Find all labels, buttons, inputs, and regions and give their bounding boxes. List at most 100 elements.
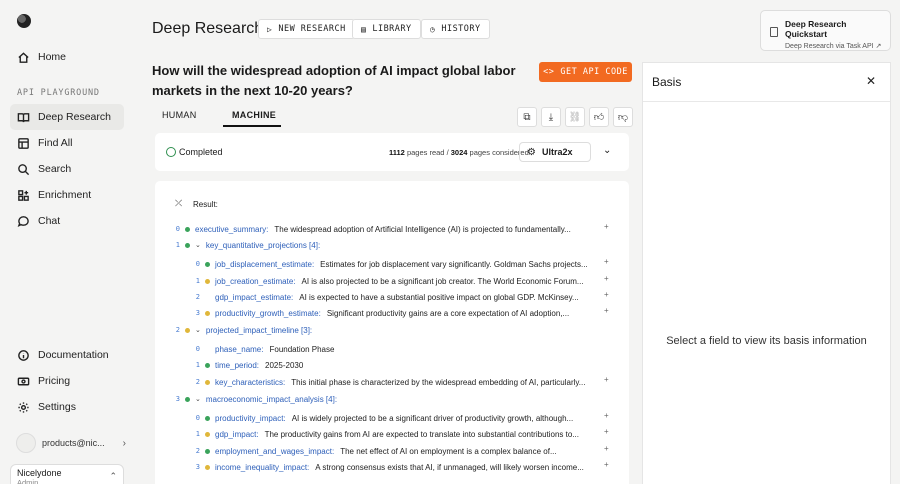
field-value: This initial phase is characterized by t… bbox=[291, 377, 586, 387]
sidebar-item-documentation[interactable]: Documentation bbox=[10, 342, 124, 368]
field-key[interactable]: phase_name: bbox=[215, 345, 263, 354]
thumbs-up-icon: 👍︎ bbox=[593, 112, 605, 123]
field-key[interactable]: productivity_impact: bbox=[215, 414, 286, 423]
field-key[interactable]: job_creation_estimate: bbox=[215, 277, 296, 286]
expand-plus-icon[interactable]: + bbox=[604, 257, 609, 266]
field-key[interactable]: projected_impact_timeline [3]: bbox=[206, 326, 312, 335]
library-button[interactable]: ▤ LIBRARY bbox=[352, 19, 421, 39]
result-label: Result: bbox=[193, 200, 218, 209]
sidebar-item-deep-research[interactable]: Deep Research bbox=[10, 104, 124, 130]
sidebar-item-chat[interactable]: Chat bbox=[10, 208, 124, 234]
expand-plus-icon[interactable]: + bbox=[604, 222, 609, 231]
expand-plus-icon[interactable]: + bbox=[604, 274, 609, 283]
thumbs-up-button[interactable]: 👍︎ bbox=[589, 107, 609, 127]
result-row[interactable]: 2 gdp_impact_estimate: AI is expected to h… bbox=[191, 289, 579, 305]
copy-button[interactable]: ⧉ bbox=[517, 107, 537, 127]
chevron-down-icon[interactable]: ⌄ bbox=[603, 145, 611, 156]
sidebar-item-settings[interactable]: Settings bbox=[10, 394, 124, 420]
app-logo[interactable] bbox=[17, 14, 31, 28]
chevron-right-icon: › bbox=[122, 437, 127, 449]
expand-plus-icon[interactable]: + bbox=[604, 427, 609, 436]
result-row[interactable]: 0 job_displacement_estimate: Estimates for… bbox=[191, 256, 588, 272]
field-key[interactable]: gdp_impact_estimate: bbox=[215, 293, 293, 302]
expand-chevron-icon[interactable]: ⌄ bbox=[195, 241, 201, 249]
org-switcher[interactable]: Nicelydone Admin ⌃ bbox=[10, 464, 124, 484]
expand-chevron-icon[interactable]: ⌄ bbox=[195, 395, 201, 403]
sidebar-item-home[interactable]: Home bbox=[10, 44, 124, 70]
result-row[interactable]: 3 income_inequality_impact: A strong conse… bbox=[191, 459, 584, 475]
sidebar-item-label: Home bbox=[38, 51, 67, 63]
result-row[interactable]: 1 time_period: 2025-2030 bbox=[191, 357, 304, 373]
row-index: 0 bbox=[195, 345, 200, 353]
expand-plus-icon[interactable]: + bbox=[604, 290, 609, 299]
field-value: AI is widely projected to be a significa… bbox=[291, 413, 574, 423]
confidence-dot bbox=[185, 226, 190, 232]
new-research-button[interactable]: ▷ NEW RESEARCH bbox=[258, 19, 355, 39]
sidebar-item-search[interactable]: Search bbox=[10, 156, 124, 182]
tab-human[interactable]: HUMAN bbox=[162, 110, 197, 120]
sidebar-item-label: Deep Research bbox=[38, 111, 111, 123]
processor-select[interactable]: ⚙ Ultra2x bbox=[519, 142, 591, 162]
confidence-dot bbox=[205, 278, 210, 284]
avatar bbox=[16, 433, 36, 453]
get-api-code-button[interactable]: <> GET API CODE bbox=[539, 62, 632, 82]
result-row[interactable]: 1 ⌄ key_quantitative_projections [4]: bbox=[171, 237, 326, 253]
expand-plus-icon[interactable]: + bbox=[604, 411, 609, 420]
field-key[interactable]: time_period: bbox=[215, 361, 259, 370]
row-index: 1 bbox=[195, 277, 200, 285]
confidence-dot bbox=[185, 396, 190, 402]
confidence-dot bbox=[185, 242, 190, 248]
field-key[interactable]: macroeconomic_impact_analysis [4]: bbox=[206, 395, 337, 404]
result-row[interactable]: 1 job_creation_estimate: AI is also projec… bbox=[191, 273, 584, 289]
field-key[interactable]: job_displacement_estimate: bbox=[215, 260, 314, 269]
result-row[interactable]: 2 employment_and_wages_impact: The net eff… bbox=[191, 443, 557, 459]
quickstart-subtitle[interactable]: Deep Research via Task API ↗ bbox=[785, 42, 884, 50]
expand-plus-icon[interactable]: + bbox=[604, 306, 609, 315]
field-key[interactable]: executive_summary: bbox=[195, 225, 268, 234]
result-row[interactable]: 2 ⌄ projected_impact_timeline [3]: bbox=[171, 322, 318, 338]
expand-plus-icon[interactable]: + bbox=[604, 444, 609, 453]
history-button[interactable]: ◷ HISTORY bbox=[421, 19, 490, 39]
sidebar-item-find-all[interactable]: Find All bbox=[10, 130, 124, 156]
result-row[interactable]: 3 productivity_growth_estimate: Significan… bbox=[191, 305, 569, 321]
sidebar-item-pricing[interactable]: Pricing bbox=[10, 368, 124, 394]
info-icon bbox=[16, 348, 30, 362]
link-button[interactable]: ⛓ bbox=[565, 107, 585, 127]
gear-icon bbox=[16, 400, 30, 414]
download-button[interactable]: ⤓ bbox=[541, 107, 561, 127]
field-value: AI is also projected to be a significant… bbox=[301, 276, 584, 286]
expand-plus-icon[interactable]: + bbox=[604, 460, 609, 469]
user-menu[interactable]: products@nic... › bbox=[16, 433, 126, 453]
book-icon bbox=[16, 110, 30, 124]
result-row[interactable]: 1 gdp_impact: The productivity gains from … bbox=[191, 426, 579, 442]
tab-machine[interactable]: MACHINE bbox=[232, 110, 276, 120]
close-icon[interactable]: ✕ bbox=[866, 74, 876, 88]
field-key[interactable]: key_characteristics: bbox=[215, 378, 285, 387]
result-row[interactable]: 0 phase_name: Foundation Phase bbox=[191, 341, 335, 357]
sidebar-item-enrichment[interactable]: Enrichment bbox=[10, 182, 124, 208]
result-row[interactable]: 0 productivity_impact: AI is widely projec… bbox=[191, 410, 573, 426]
confidence-dot bbox=[205, 464, 210, 470]
play-icon: ▷ bbox=[267, 24, 273, 34]
field-key[interactable]: employment_and_wages_impact: bbox=[215, 447, 334, 456]
row-index: 3 bbox=[195, 309, 200, 317]
confidence-dot bbox=[205, 415, 210, 421]
expand-plus-icon[interactable]: + bbox=[604, 375, 609, 384]
field-value: Estimates for job displacement vary sign… bbox=[320, 259, 588, 269]
field-key[interactable]: gdp_impact: bbox=[215, 430, 259, 439]
result-row[interactable]: 0 executive_summary: The widespread adopti… bbox=[171, 221, 571, 237]
thumbs-down-button[interactable]: 👎︎ bbox=[613, 107, 633, 127]
field-key[interactable]: income_inequality_impact: bbox=[215, 463, 309, 472]
result-row[interactable]: 3 ⌄ macroeconomic_impact_analysis [4]: bbox=[171, 391, 343, 407]
collapse-icon[interactable]: ⤫ bbox=[175, 198, 182, 209]
quickstart-card[interactable]: Deep Research Quickstart Deep Research v… bbox=[760, 10, 891, 51]
active-tab-indicator bbox=[223, 125, 281, 127]
field-key[interactable]: key_quantitative_projections [4]: bbox=[206, 241, 320, 250]
field-key[interactable]: productivity_growth_estimate: bbox=[215, 309, 321, 318]
check-circle-icon bbox=[166, 147, 176, 157]
result-row[interactable]: 2 key_characteristics: This initial phase … bbox=[191, 374, 586, 390]
home-icon bbox=[16, 50, 30, 64]
row-index: 1 bbox=[195, 361, 200, 369]
expand-chevron-icon[interactable]: ⌄ bbox=[195, 326, 201, 334]
pages-count: 1112 pages read / 3024 pages considered bbox=[389, 148, 529, 157]
